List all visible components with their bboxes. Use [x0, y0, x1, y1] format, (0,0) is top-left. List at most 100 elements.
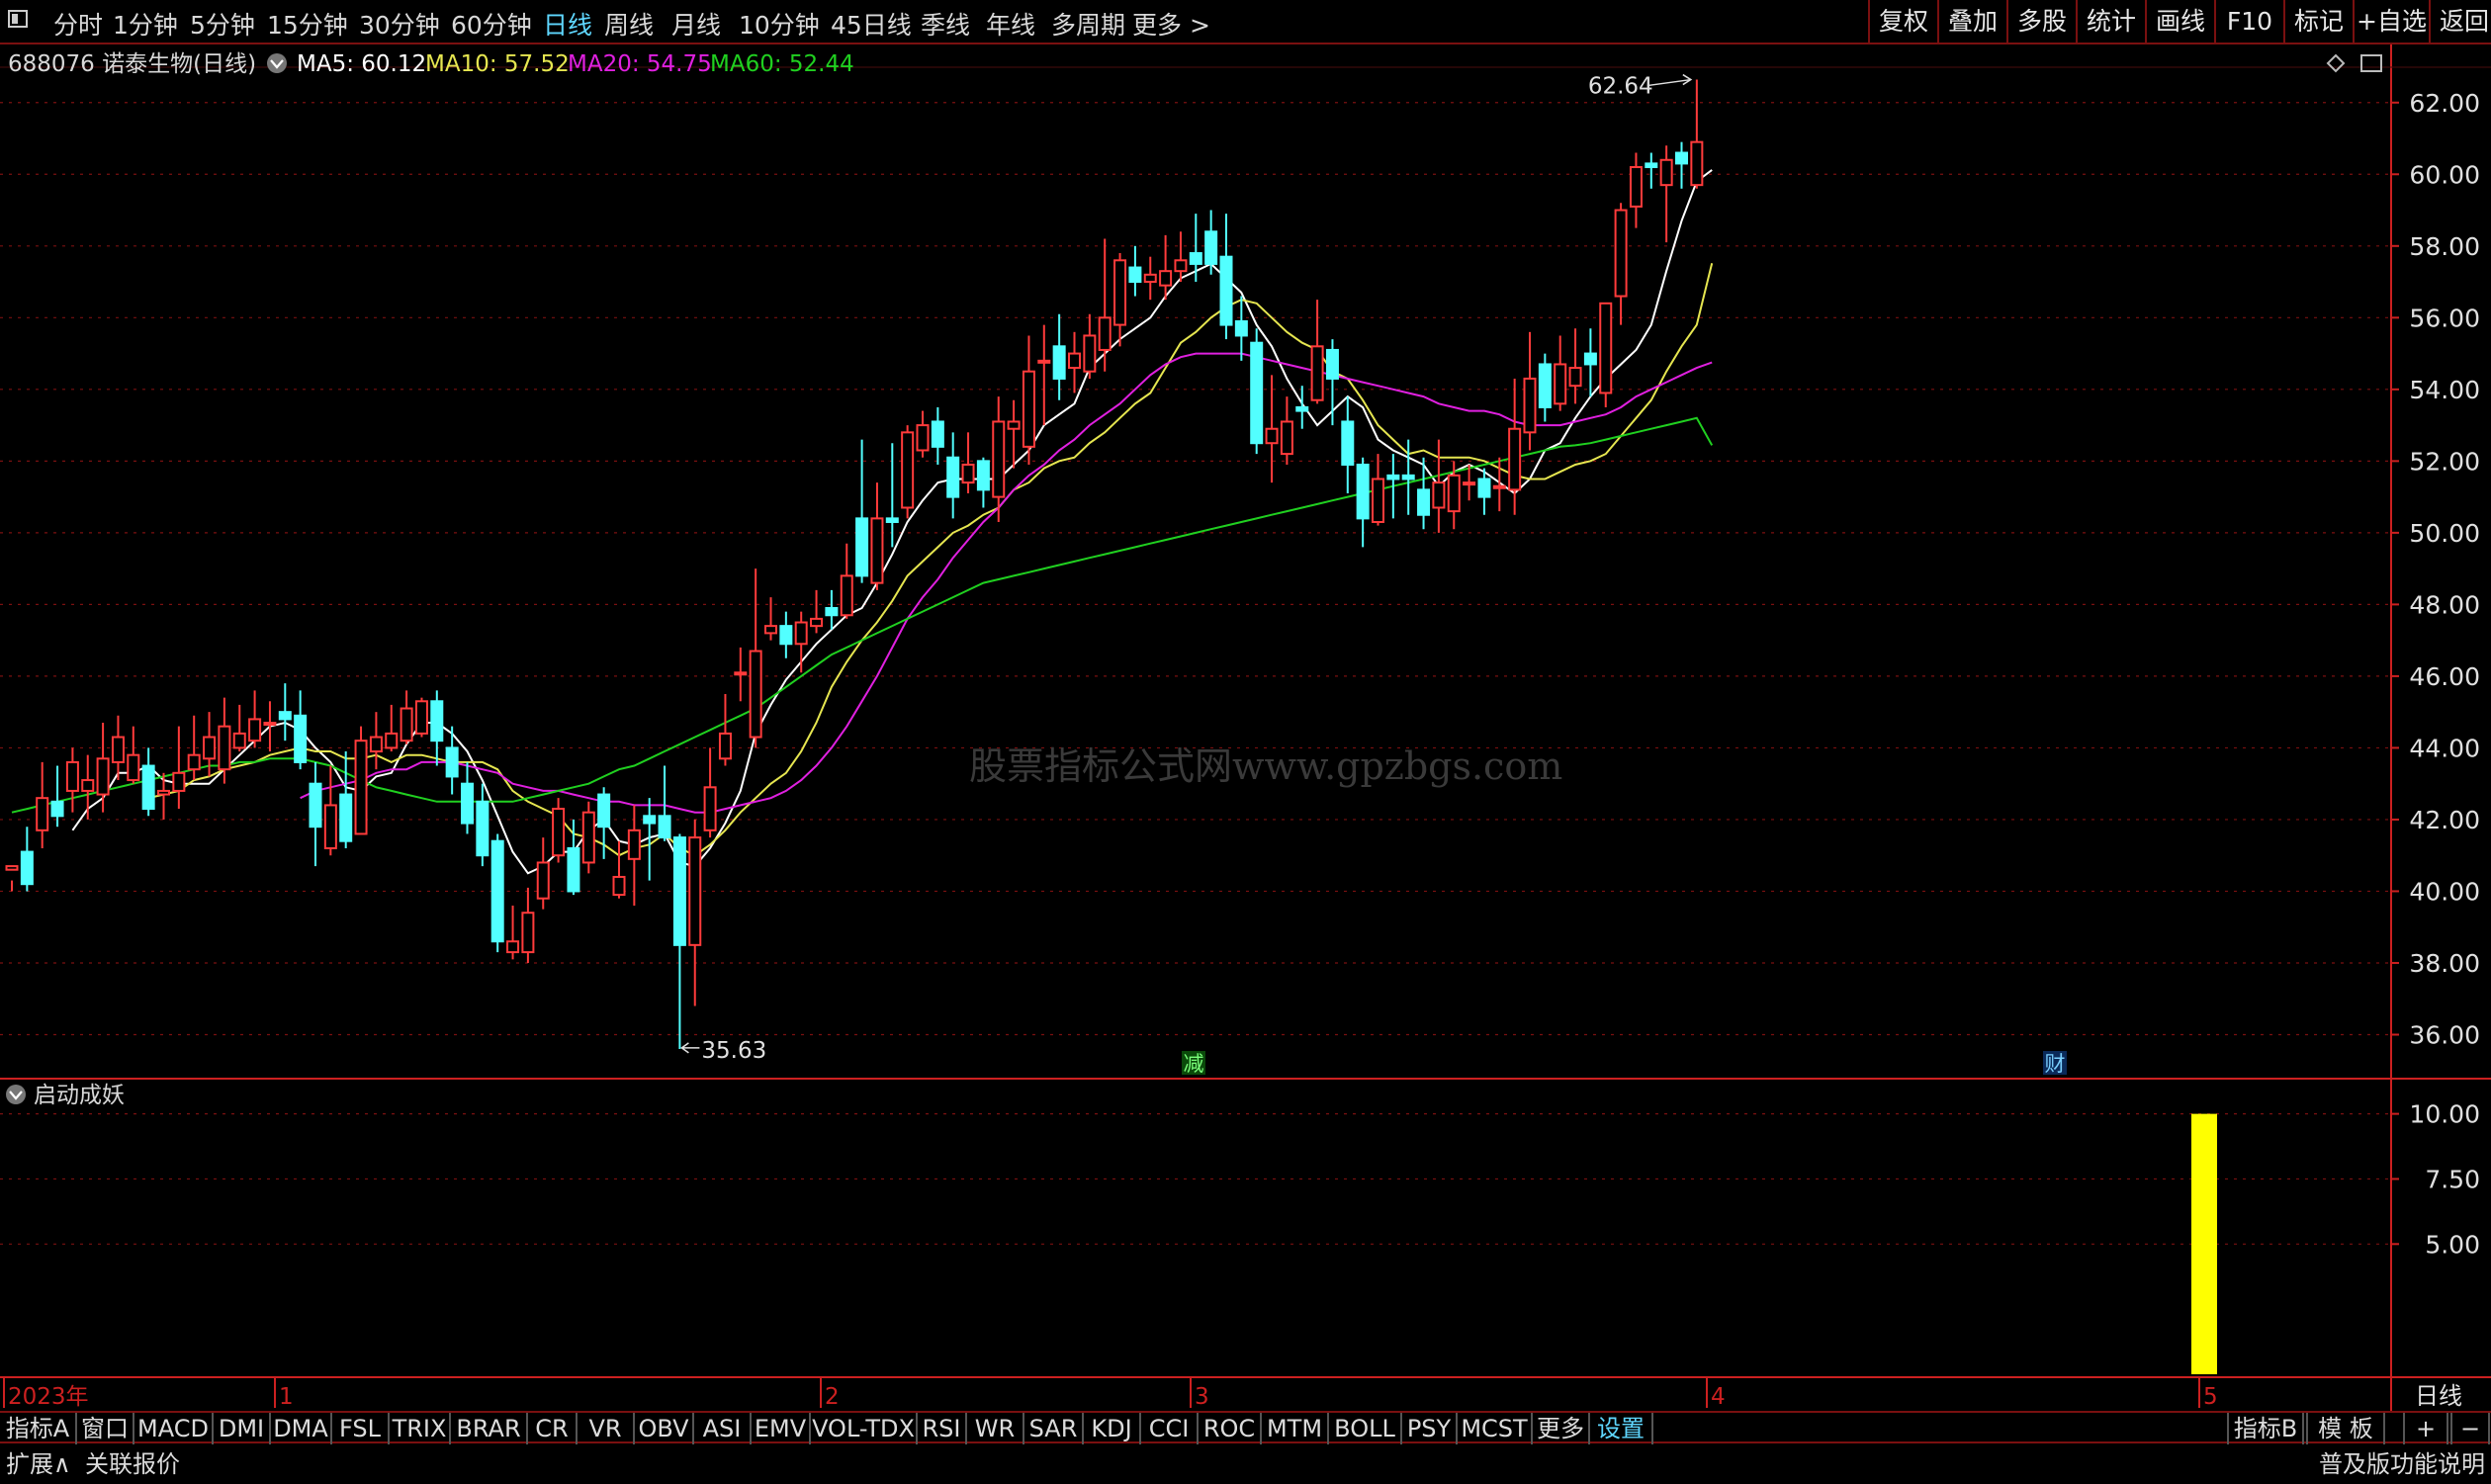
candle-up — [1523, 377, 1537, 434]
candle-down — [20, 850, 34, 886]
candle-down — [567, 846, 580, 893]
status-button[interactable]: 关联报价 — [85, 1448, 180, 1480]
toolbar-button[interactable]: +自选 — [2353, 0, 2429, 43]
candle-up — [248, 718, 262, 742]
indicator-tab[interactable]: SAR — [1024, 1413, 1084, 1444]
candle-down — [1204, 230, 1218, 265]
candle-up — [794, 621, 808, 646]
indicator-tab[interactable]: MACD — [134, 1413, 214, 1444]
period-tab[interactable]: 周线 — [604, 6, 654, 42]
candle-up — [506, 940, 520, 954]
candle-up — [232, 732, 246, 749]
indicator-control-button[interactable]: − — [2450, 1413, 2490, 1444]
x-tick-label: 4 — [1711, 1384, 1726, 1410]
period-tab[interactable]: 月线 — [671, 6, 721, 42]
candle-up — [901, 431, 915, 509]
candle-down — [885, 517, 899, 523]
candle-up — [96, 757, 110, 796]
kline-chart[interactable]: 62.00 60.00 58.00 56.00 54.00 52.00 50.00 48.00… — [0, 44, 2491, 1422]
indicator-tab[interactable]: RSI — [918, 1413, 967, 1444]
period-tab[interactable]: 多周期 — [1051, 6, 1125, 42]
indicator-tab[interactable]: EMV — [752, 1413, 811, 1444]
indicator-tab[interactable]: BRAR — [451, 1413, 528, 1444]
window-toggle-icon[interactable] — [8, 10, 28, 28]
indicator-tab[interactable]: TRIX — [390, 1413, 451, 1444]
y-tick-label: 44.00 — [2409, 734, 2480, 762]
indicator-tab[interactable]: VR — [578, 1413, 635, 1444]
toolbar-button[interactable]: 统计 — [2076, 0, 2145, 43]
period-tab[interactable]: 60分钟 — [451, 6, 532, 42]
toolbar-button[interactable]: 叠加 — [1937, 0, 2006, 43]
status-button[interactable]: 扩展∧ — [6, 1448, 71, 1480]
panel-toggle-icon[interactable] — [2360, 54, 2382, 72]
candle-down — [490, 839, 504, 943]
candle-down — [597, 793, 611, 829]
indicator-tab[interactable]: ROC — [1199, 1413, 1262, 1444]
event-marker[interactable]: 财 — [2045, 1052, 2066, 1076]
event-marker[interactable]: 减 — [1184, 1052, 1204, 1076]
indicator-tab[interactable]: 更多 — [1533, 1413, 1590, 1444]
toolbar-button[interactable]: 画线 — [2145, 0, 2214, 43]
period-tab[interactable]: 45日线 — [831, 6, 912, 42]
toolbar-button[interactable]: 多股 — [2006, 0, 2076, 43]
indicator-tab[interactable]: WR — [967, 1413, 1024, 1444]
candle-down — [339, 793, 353, 842]
indicator-tab[interactable]: FSL — [332, 1413, 390, 1444]
candle-up — [1568, 367, 1582, 388]
dropdown-icon[interactable] — [267, 53, 287, 73]
indicator-tab[interactable]: MCST — [1458, 1413, 1533, 1444]
indicator-tab[interactable]: ASI — [694, 1413, 752, 1444]
candle-down — [1325, 348, 1339, 380]
candle-up — [1508, 427, 1522, 491]
indicator-tab[interactable]: DMA — [271, 1413, 332, 1444]
candle-up — [1447, 474, 1461, 513]
period-tab[interactable]: 季线 — [921, 6, 970, 42]
period-tab[interactable]: 年线 — [986, 6, 1035, 42]
indicator-dropdown-icon[interactable] — [6, 1085, 26, 1104]
candle-up — [127, 753, 140, 782]
candle-up — [385, 732, 399, 749]
indicator-tab[interactable]: OBV — [635, 1413, 694, 1444]
diamond-icon[interactable] — [2326, 53, 2346, 73]
toolbar-button[interactable]: 返回 — [2429, 0, 2491, 43]
period-tab[interactable]: 15分钟 — [267, 6, 348, 42]
candle-up — [1083, 334, 1097, 373]
indicator-control-button[interactable]: 模 板 — [2306, 1413, 2385, 1444]
indicator-tab[interactable]: KDJ — [1084, 1413, 1141, 1444]
ma10-value: MA10: 57.52 — [425, 51, 570, 77]
candle-up — [1159, 270, 1173, 287]
indicator-tab[interactable]: CCI — [1141, 1413, 1199, 1444]
candle-up — [1037, 359, 1051, 364]
indicator-tab[interactable]: VOL-TDX — [811, 1413, 918, 1444]
y-tick-label: 58.00 — [2409, 232, 2480, 261]
candle-up — [688, 836, 702, 946]
help-link[interactable]: 普及版功能说明 — [2319, 1448, 2485, 1480]
candle-up — [840, 574, 853, 617]
candle-down — [779, 625, 793, 646]
indicator-control-button[interactable]: 指标B — [2227, 1413, 2304, 1444]
candle-up — [1492, 484, 1506, 489]
candle-up — [400, 707, 413, 742]
toolbar-button[interactable]: 标记 — [2283, 0, 2353, 43]
candle-down — [946, 456, 960, 498]
indicator-tab[interactable]: DMI — [214, 1413, 271, 1444]
toolbar-button[interactable]: 复权 — [1868, 0, 1937, 43]
indicator-tab[interactable]: 窗口 — [77, 1413, 134, 1444]
indicator-tab[interactable]: MTM — [1262, 1413, 1329, 1444]
indicator-control-button[interactable]: + — [2403, 1413, 2448, 1444]
indicator-tab[interactable]: CR — [528, 1413, 578, 1444]
period-tab[interactable]: 30分钟 — [359, 6, 440, 42]
indicator-tab[interactable]: 指标A — [0, 1413, 77, 1444]
period-tab[interactable]: 10分钟 — [739, 6, 820, 42]
period-tab[interactable]: 更多 > — [1132, 6, 1210, 42]
indicator-tab[interactable]: BOLL — [1329, 1413, 1402, 1444]
indicator-tab[interactable]: PSY — [1402, 1413, 1458, 1444]
period-tab[interactable]: 日线 — [543, 6, 592, 42]
period-tab[interactable]: 分时 — [53, 6, 103, 42]
candle-up — [961, 463, 975, 484]
period-tab[interactable]: 1分钟 — [113, 6, 178, 42]
toolbar-button[interactable]: F10 — [2214, 0, 2283, 43]
period-tab[interactable]: 5分钟 — [190, 6, 255, 42]
indicator-tab[interactable]: 设置 — [1590, 1413, 1653, 1444]
indicator-y-tick-label: 10.00 — [2409, 1100, 2480, 1129]
